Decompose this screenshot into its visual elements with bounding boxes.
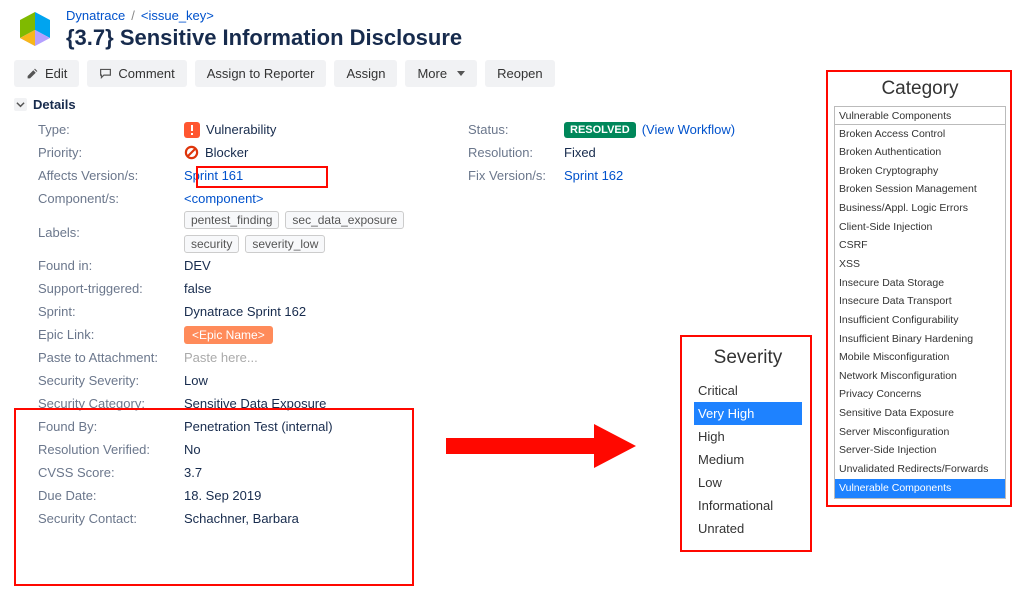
category-option[interactable]: Broken Access Control xyxy=(835,125,1005,144)
component-label: Component/s: xyxy=(14,191,184,206)
category-option[interactable]: Insecure Data Transport xyxy=(835,293,1005,312)
breadcrumb-issue-key[interactable]: <issue_key> xyxy=(141,8,214,23)
comment-label: Comment xyxy=(118,66,174,81)
severity-option[interactable]: Critical xyxy=(694,379,802,402)
category-option[interactable]: Insecure Data Storage xyxy=(835,274,1005,293)
component-value[interactable]: <component> xyxy=(184,191,264,206)
fixv-label: Fix Version/s: xyxy=(444,168,564,183)
breadcrumb: Dynatrace / <issue_key> xyxy=(66,8,462,23)
category-option[interactable]: Client-Side Injection xyxy=(835,218,1005,237)
support-value: false xyxy=(184,281,211,296)
label-chip[interactable]: pentest_finding xyxy=(184,211,279,229)
category-option[interactable]: Sensitive Data Exposure xyxy=(835,405,1005,424)
vulnerability-icon xyxy=(184,122,200,138)
chevron-down-icon xyxy=(457,71,465,76)
severity-option[interactable]: Unrated xyxy=(694,517,802,540)
type-label: Type: xyxy=(14,122,184,137)
label-chip[interactable]: severity_low xyxy=(245,235,325,253)
arrow-icon xyxy=(446,424,636,468)
page-title: {3.7} Sensitive Information Disclosure xyxy=(66,25,462,51)
category-option[interactable]: Broken Authentication xyxy=(835,144,1005,163)
paste-placeholder[interactable]: Paste here... xyxy=(184,350,258,365)
severity-option[interactable]: High xyxy=(694,425,802,448)
priority-label: Priority: xyxy=(14,145,184,160)
severity-option[interactable]: Medium xyxy=(694,448,802,471)
category-option[interactable]: CSRF xyxy=(835,237,1005,256)
labels-label: Labels: xyxy=(14,225,184,240)
type-value: Vulnerability xyxy=(206,122,276,137)
details-heading: Details xyxy=(33,97,76,112)
paste-label: Paste to Attachment: xyxy=(14,350,184,365)
highlight-box-security xyxy=(14,408,414,586)
sprint-value: Dynatrace Sprint 162 xyxy=(184,304,306,319)
category-option[interactable]: Insufficient Binary Hardening xyxy=(835,330,1005,349)
category-option[interactable]: Vulnerable Components xyxy=(835,479,1005,498)
severity-option[interactable]: Very High xyxy=(694,402,802,425)
edit-button[interactable]: Edit xyxy=(14,60,79,87)
resolution-label: Resolution: xyxy=(444,145,564,160)
category-option[interactable]: Insufficient Configurability xyxy=(835,311,1005,330)
sprint-label: Sprint: xyxy=(14,304,184,319)
category-search-input[interactable] xyxy=(835,108,1005,125)
category-option[interactable]: Server-Side Injection xyxy=(835,442,1005,461)
reopen-button[interactable]: Reopen xyxy=(485,60,555,87)
status-badge: RESOLVED xyxy=(564,122,636,138)
epic-label: Epic Link: xyxy=(14,327,184,342)
view-workflow-link[interactable]: (View Workflow) xyxy=(642,122,735,137)
comment-button[interactable]: Comment xyxy=(87,60,186,87)
assign-reporter-button[interactable]: Assign to Reporter xyxy=(195,60,327,87)
more-label: More xyxy=(417,66,447,81)
label-chip[interactable]: sec_data_exposure xyxy=(285,211,404,229)
label-chip[interactable]: security xyxy=(184,235,239,253)
assign-button[interactable]: Assign xyxy=(334,60,397,87)
category-option[interactable]: Network Misconfiguration xyxy=(835,367,1005,386)
priority-value: Blocker xyxy=(205,145,248,160)
category-option[interactable]: XSS xyxy=(835,255,1005,274)
category-option[interactable]: Broken Session Management xyxy=(835,181,1005,200)
severity-heading: Severity xyxy=(694,347,802,369)
comment-icon xyxy=(99,67,112,80)
epic-chip[interactable]: <Epic Name> xyxy=(184,326,273,344)
labels-value: pentest_finding sec_data_exposure security… xyxy=(184,211,424,253)
found-in-value: DEV xyxy=(184,258,211,273)
category-option[interactable]: Server Misconfiguration xyxy=(835,423,1005,442)
breadcrumb-separator-icon: / xyxy=(131,8,135,23)
category-option[interactable]: Mobile Misconfiguration xyxy=(835,349,1005,368)
severity-panel: Severity CriticalVery HighHighMediumLowI… xyxy=(680,335,812,552)
edit-label: Edit xyxy=(45,66,67,81)
sec-sev-label: Security Severity: xyxy=(14,373,184,388)
category-heading: Category xyxy=(834,78,1006,100)
support-label: Support-triggered: xyxy=(14,281,184,296)
pencil-icon xyxy=(26,67,39,80)
category-panel: Category Broken Access ControlBroken Aut… xyxy=(826,70,1012,507)
severity-option[interactable]: Informational xyxy=(694,494,802,517)
collapse-icon xyxy=(14,98,27,111)
blocker-icon xyxy=(184,145,199,160)
category-option[interactable]: Broken Cryptography xyxy=(835,162,1005,181)
sec-sev-value: Low xyxy=(184,373,208,388)
fixv-value[interactable]: Sprint 162 xyxy=(564,168,623,183)
category-option[interactable]: Business/Appl. Logic Errors xyxy=(835,200,1005,219)
severity-option[interactable]: Low xyxy=(694,471,802,494)
found-in-label: Found in: xyxy=(14,258,184,273)
breadcrumb-project[interactable]: Dynatrace xyxy=(66,8,125,23)
more-button[interactable]: More xyxy=(405,60,477,87)
status-label: Status: xyxy=(444,122,564,137)
resolution-value: Fixed xyxy=(564,145,596,160)
affects-label: Affects Version/s: xyxy=(14,168,184,183)
category-option[interactable]: Privacy Concerns xyxy=(835,386,1005,405)
app-logo-icon xyxy=(14,10,56,52)
highlight-box-type xyxy=(196,166,328,188)
category-option[interactable]: Unvalidated Redirects/Forwards xyxy=(835,461,1005,480)
